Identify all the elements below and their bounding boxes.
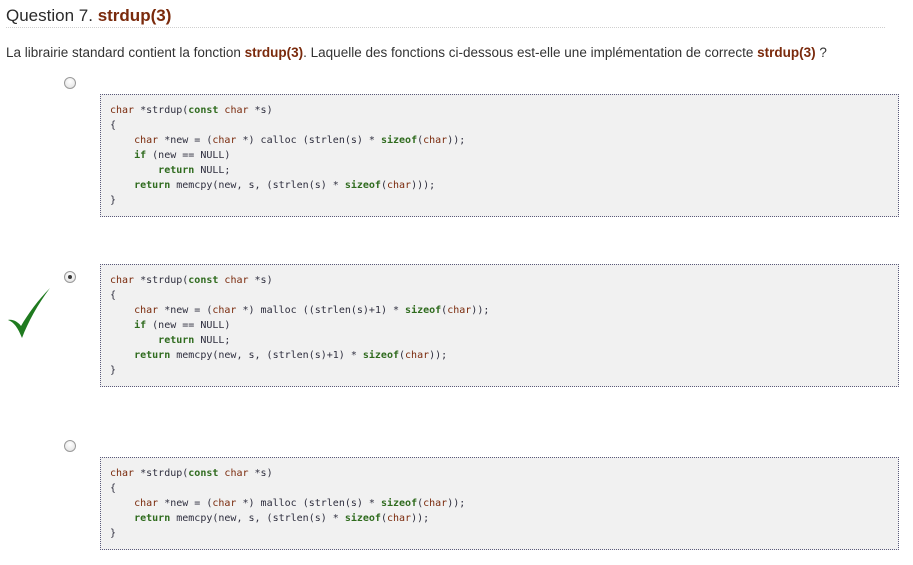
code-token: return (134, 180, 171, 191)
code-token: sizeof (380, 498, 418, 509)
code-token: char (423, 135, 448, 146)
code-token: char (134, 305, 159, 316)
code-token: *new = ( (158, 135, 213, 146)
code-token: const (188, 105, 219, 116)
code-token: *s) (248, 468, 273, 479)
code-token: NULL; (194, 335, 231, 346)
code-token: *strdup( (134, 105, 189, 116)
code-token: memcpy(new, s, (strlen(s) * (170, 180, 345, 191)
option-2-code-box[interactable]: char *strdup(const char *s) { char *new … (100, 264, 899, 387)
code-token: *new = ( (158, 498, 213, 509)
code-token: char (212, 305, 237, 316)
code-token: char (386, 180, 412, 191)
code-token: sizeof (344, 180, 381, 191)
code-token: { (110, 290, 117, 301)
question-text-before: La librairie standard contient la foncti… (6, 45, 245, 60)
option-3-code-box[interactable]: char *strdup(const char *s) { char *new … (100, 457, 899, 550)
code-token: sizeof (380, 135, 418, 146)
code-token: } (110, 195, 117, 206)
code-token: )); (429, 350, 448, 361)
question-text: La librairie standard contient la foncti… (6, 44, 906, 62)
code-token: } (110, 365, 117, 376)
code-token: char (386, 513, 412, 524)
code-token: const (188, 468, 219, 479)
code-token: char (110, 468, 135, 479)
code-token: sizeof (405, 305, 442, 316)
option-2-code: char *strdup(const char *s) { char *new … (110, 273, 889, 378)
code-token: char (224, 105, 249, 116)
code-token: memcpy(new, s, (strlen(s) * (170, 513, 345, 524)
question-label: Question 7. (6, 6, 93, 25)
option-3-code: char *strdup(const char *s) { char *new … (110, 466, 889, 541)
code-token: return (134, 350, 171, 361)
code-token: char (405, 350, 430, 361)
code-token: ))); (411, 180, 436, 191)
code-token: return (158, 165, 195, 176)
code-token: { (110, 120, 117, 131)
question-text-middle: . Laquelle des fonctions ci-dessous est-… (303, 45, 758, 60)
code-token: char (447, 305, 472, 316)
code-token: return (158, 335, 195, 346)
code-token: *s) (248, 275, 273, 286)
code-token: char (423, 498, 448, 509)
code-token: *strdup( (134, 468, 189, 479)
code-token: )); (447, 135, 466, 146)
code-token: *new = ( (158, 305, 213, 316)
option-1-code-box[interactable]: char *strdup(const char *s) { char *new … (100, 94, 899, 217)
code-token: (new == NULL) (146, 320, 231, 331)
code-token: { (110, 483, 117, 494)
code-token: NULL; (194, 165, 231, 176)
code-token: char (110, 105, 135, 116)
code-token: *) malloc (strlen(s) * (236, 498, 381, 509)
code-token: (new == NULL) (146, 150, 231, 161)
code-token: const (188, 275, 219, 286)
question-title: Question 7. strdup(3) (6, 5, 885, 28)
question-text-func: strdup(3) (244, 45, 304, 60)
code-token: sizeof (344, 513, 381, 524)
code-token: memcpy(new, s, (strlen(s)+1) * (170, 350, 363, 361)
question-text-after: ? (815, 45, 827, 60)
code-token: char (224, 275, 249, 286)
code-token: *) malloc ((strlen(s)+1) * (236, 305, 406, 316)
code-token: return (134, 513, 171, 524)
code-token: char (212, 135, 237, 146)
option-1-code: char *strdup(const char *s) { char *new … (110, 103, 889, 208)
code-token: if (134, 320, 147, 331)
code-token: )); (471, 305, 490, 316)
correct-check-icon (8, 288, 50, 338)
code-token: )); (411, 513, 430, 524)
code-token: )); (447, 498, 466, 509)
code-token: if (134, 150, 147, 161)
option-3-radio[interactable] (64, 440, 76, 452)
question-text-func2: strdup(3) (757, 45, 816, 60)
option-2-radio[interactable] (64, 271, 76, 283)
code-token: } (110, 528, 117, 539)
code-token: char (212, 498, 237, 509)
option-1-radio[interactable] (64, 77, 76, 89)
code-token: *strdup( (134, 275, 189, 286)
code-token: sizeof (362, 350, 399, 361)
code-token: *) calloc (strlen(s) * (236, 135, 381, 146)
code-token: char (110, 275, 135, 286)
code-token: char (134, 498, 159, 509)
code-token: *s) (248, 105, 273, 116)
code-token: char (224, 468, 249, 479)
question-function: strdup(3) (97, 6, 172, 25)
code-token: char (134, 135, 159, 146)
